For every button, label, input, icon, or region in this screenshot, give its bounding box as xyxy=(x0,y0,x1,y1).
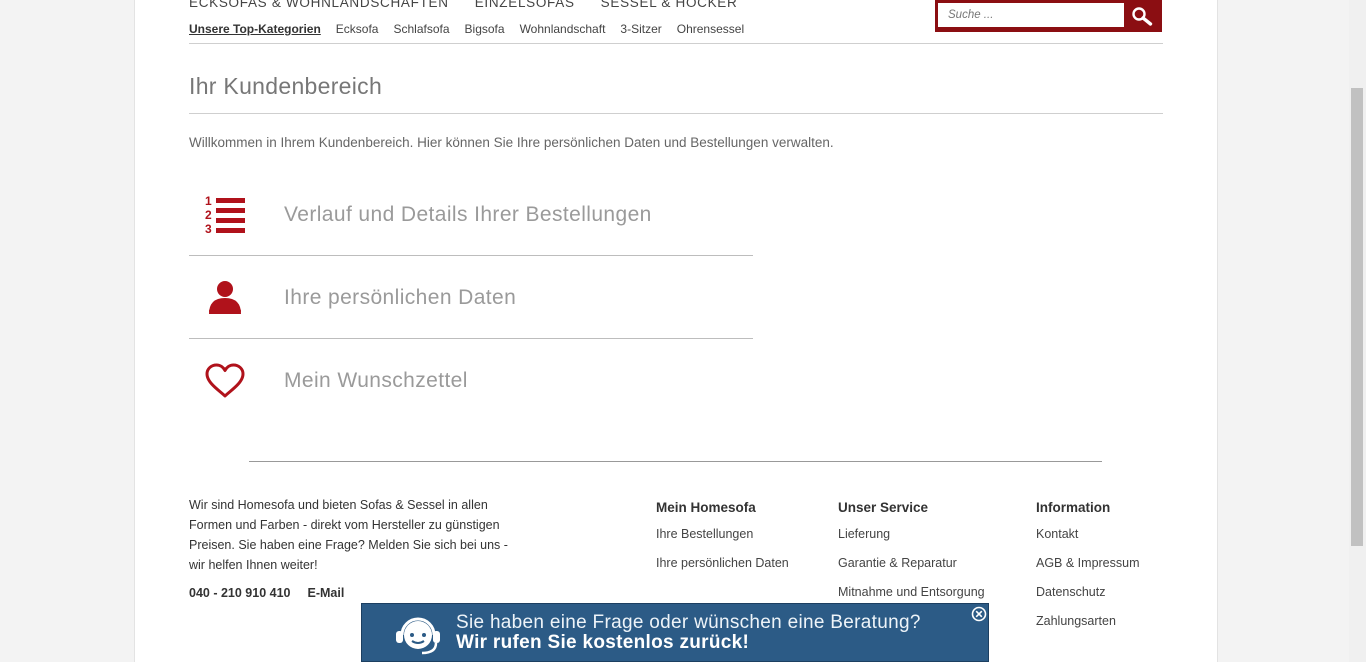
footer-phone-link[interactable]: 040 - 210 910 410 xyxy=(189,586,290,600)
footer-column-unser-service: Unser Service Lieferung Garantie & Repar… xyxy=(838,500,985,614)
page-title: Ihr Kundenbereich xyxy=(189,73,383,99)
footer-link-persoenliche-daten[interactable]: Ihre persönlichen Daten xyxy=(656,556,789,572)
footer-link-garantie[interactable]: Garantie & Reparatur xyxy=(838,556,985,572)
footer-column-title: Unser Service xyxy=(838,500,929,515)
footer-column-title: Mein Homesofa xyxy=(656,500,756,515)
close-icon[interactable] xyxy=(971,606,987,622)
menu-label-wishlist: Mein Wunschzettel xyxy=(284,369,468,392)
menu-label-orders: Verlauf und Details Ihrer Bestellungen xyxy=(284,203,652,226)
subnav-bigsofa[interactable]: Bigsofa xyxy=(465,22,505,36)
callback-offer: Wir rufen Sie kostenlos zurück! xyxy=(456,632,750,653)
callback-question: Sie haben eine Frage oder wünschen eine … xyxy=(456,612,921,633)
callback-banner[interactable]: Sie haben eine Frage oder wünschen eine … xyxy=(361,603,989,662)
footer-email-link[interactable]: E-Mail xyxy=(307,586,344,600)
search-icon xyxy=(1131,7,1152,26)
page-container: ECKSOFAS & WOHNLANDSCHAFTEN EINZELSOFAS … xyxy=(134,0,1218,662)
heart-icon xyxy=(203,339,247,422)
svg-text:1: 1 xyxy=(205,194,212,208)
user-icon xyxy=(203,256,247,339)
menu-item-wishlist[interactable]: Mein Wunschzettel xyxy=(189,339,753,422)
footer-link-mitnahme[interactable]: Mitnahme und Entsorgung xyxy=(838,585,985,601)
subnav-ohrensessel[interactable]: Ohrensessel xyxy=(677,22,744,36)
main-navigation: ECKSOFAS & WOHNLANDSCHAFTEN EINZELSOFAS … xyxy=(189,0,737,10)
svg-text:3: 3 xyxy=(205,222,212,236)
svg-text:2: 2 xyxy=(205,208,212,222)
intro-text: Willkommen in Ihrem Kundenbereich. Hier … xyxy=(189,135,834,150)
search-input[interactable] xyxy=(938,3,1124,27)
footer-link-datenschutz[interactable]: Datenschutz xyxy=(1036,585,1140,601)
sub-navigation: Unsere Top-Kategorien Ecksofa Schlafsofa… xyxy=(189,22,744,36)
subnav-schlafsofa[interactable]: Schlafsofa xyxy=(393,22,449,36)
footer-link-bestellungen[interactable]: Ihre Bestellungen xyxy=(656,527,789,543)
footer-about-text: Wir sind Homesofa und bieten Sofas & Ses… xyxy=(189,498,508,572)
menu-item-personal-data[interactable]: Ihre persönlichen Daten xyxy=(189,256,753,339)
vertical-scrollbar[interactable] xyxy=(1349,0,1366,662)
nav-sessel-hocker[interactable]: SESSEL & HOCKER xyxy=(601,0,738,10)
subnav-3-sitzer[interactable]: 3-Sitzer xyxy=(620,22,661,36)
nav-einzelsofas[interactable]: EINZELSOFAS xyxy=(475,0,575,10)
menu-item-orders[interactable]: 1 2 3 Verlauf und Details Ihrer Bestellu… xyxy=(189,173,753,256)
footer-contact: 040 - 210 910 410 E-Mail xyxy=(189,586,344,600)
subnav-top-kategorien[interactable]: Unsere Top-Kategorien xyxy=(189,22,321,36)
footer-column-title: Information xyxy=(1036,500,1111,515)
nav-divider xyxy=(189,43,1163,44)
footer-link-kontakt[interactable]: Kontakt xyxy=(1036,527,1140,543)
subnav-ecksofa[interactable]: Ecksofa xyxy=(336,22,379,36)
title-divider xyxy=(189,113,1163,114)
footer-divider xyxy=(249,461,1102,462)
search-button[interactable] xyxy=(1124,3,1159,29)
subnav-wohnlandschaft[interactable]: Wohnlandschaft xyxy=(520,22,606,36)
headset-icon xyxy=(396,617,440,655)
footer-link-zahlungsarten[interactable]: Zahlungsarten xyxy=(1036,614,1140,630)
footer-column-information: Information Kontakt AGB & Impressum Date… xyxy=(1036,500,1140,643)
menu-label-personal-data: Ihre persönlichen Daten xyxy=(284,286,517,309)
search-box xyxy=(935,0,1162,32)
numbered-list-icon: 1 2 3 xyxy=(203,173,247,256)
footer-column-mein-homesofa: Mein Homesofa Ihre Bestellungen Ihre per… xyxy=(656,500,789,585)
nav-ecksofas[interactable]: ECKSOFAS & WOHNLANDSCHAFTEN xyxy=(189,0,449,10)
scrollbar-thumb[interactable] xyxy=(1351,88,1363,546)
footer-link-agb[interactable]: AGB & Impressum xyxy=(1036,556,1140,572)
footer-link-lieferung[interactable]: Lieferung xyxy=(838,527,985,543)
